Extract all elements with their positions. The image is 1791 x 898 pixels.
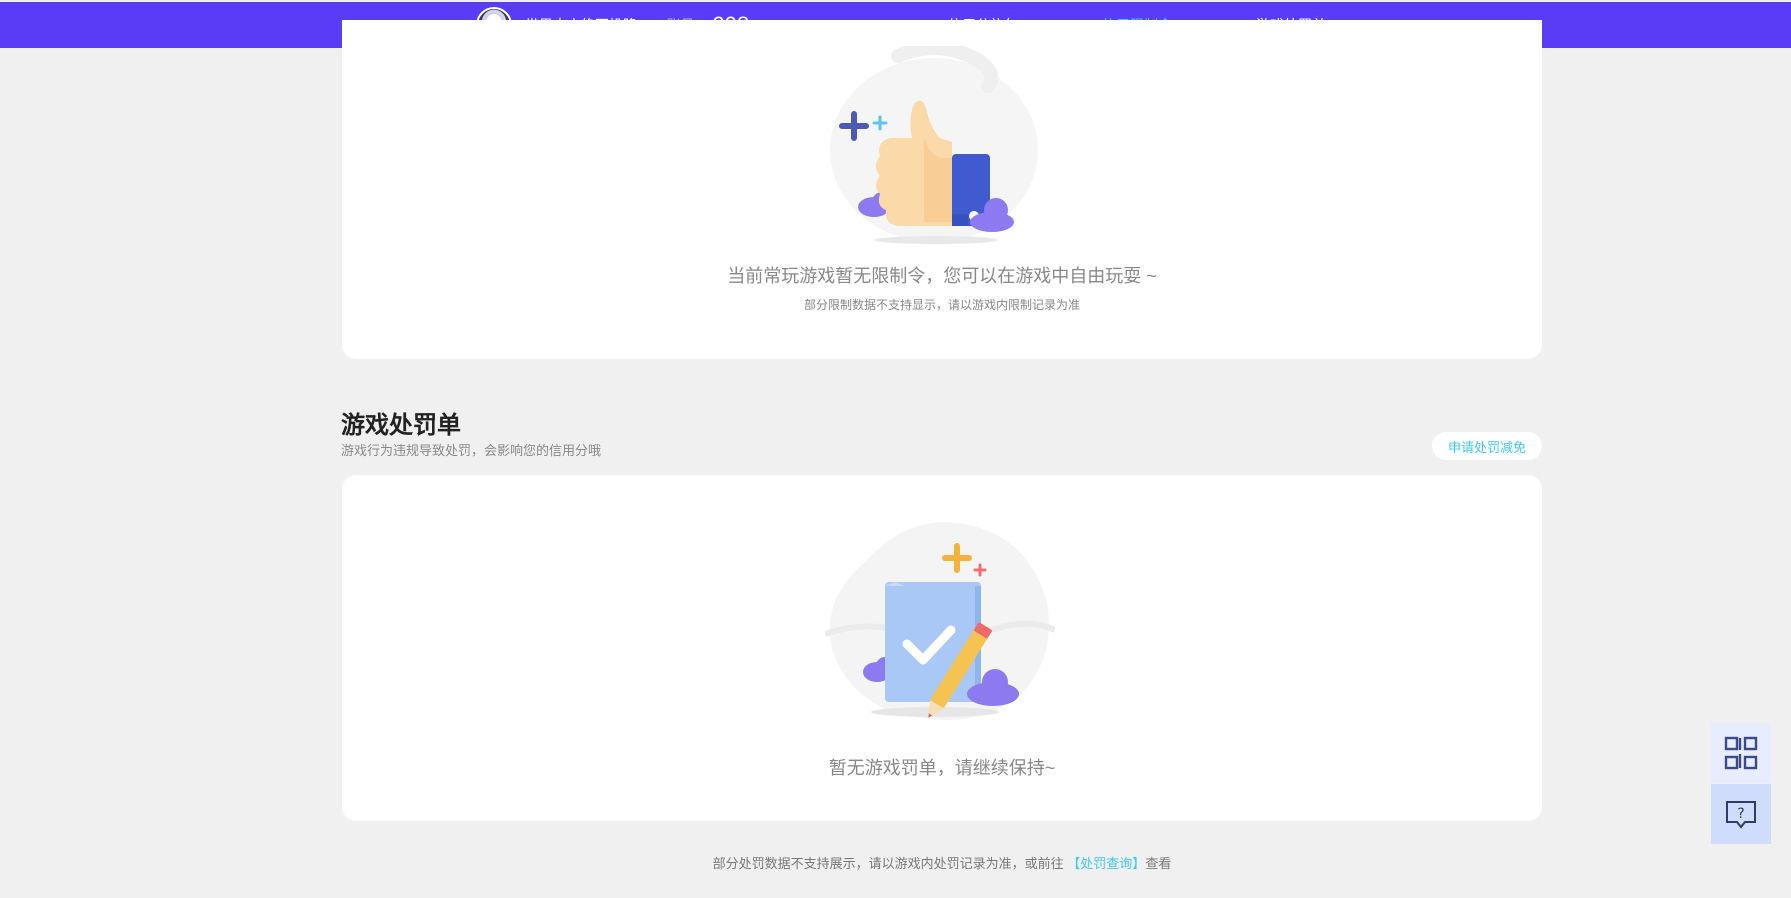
- checklist-pencil-icon: [825, 522, 1055, 720]
- restriction-card: 当前常玩游戏暂无限制令，您可以在游戏中自由玩耍 ~ 部分限制数据不支持显示，请以…: [342, 20, 1542, 359]
- penalty-query-link[interactable]: 【处罚查询】: [1067, 856, 1145, 871]
- section-title-penalty: 游戏处罚单: [341, 412, 461, 439]
- penalty-empty-title: 暂无游戏罚单，请继续保持~: [828, 758, 1056, 778]
- svg-text:?: ?: [1737, 806, 1744, 822]
- help-chat-icon: ?: [1726, 801, 1756, 829]
- penalty-card: 暂无游戏罚单，请继续保持~: [342, 475, 1542, 821]
- apply-penalty-reduction-button[interactable]: 申请处罚减免: [1432, 432, 1542, 460]
- section-subtitle-penalty: 游戏行为违规导致处罚，会影响您的信用分哦: [341, 443, 602, 458]
- page: 世界未亡绝不投降 [QQ账号] 998 分 信用分礼包 信用限制令 游戏处罚单: [0, 0, 1791, 898]
- footer-text-after: 查看: [1145, 856, 1172, 871]
- help-button[interactable]: ?: [1711, 784, 1771, 844]
- restriction-note: 部分限制数据不支持显示，请以游戏内限制记录为准: [803, 298, 1080, 312]
- qr-code-button[interactable]: [1711, 723, 1771, 783]
- thumbs-up-icon: [830, 46, 1038, 244]
- qr-code-icon: [1724, 736, 1758, 770]
- penalty-footer-note: 部分处罚数据不支持展示，请以游戏内处罚记录为准，或前往 【处罚查询】查看: [0, 853, 1791, 872]
- footer-text: 部分处罚数据不支持展示，请以游戏内处罚记录为准，或前往: [712, 856, 1068, 871]
- restriction-empty-title: 当前常玩游戏暂无限制令，您可以在游戏中自由玩耍 ~: [727, 266, 1157, 286]
